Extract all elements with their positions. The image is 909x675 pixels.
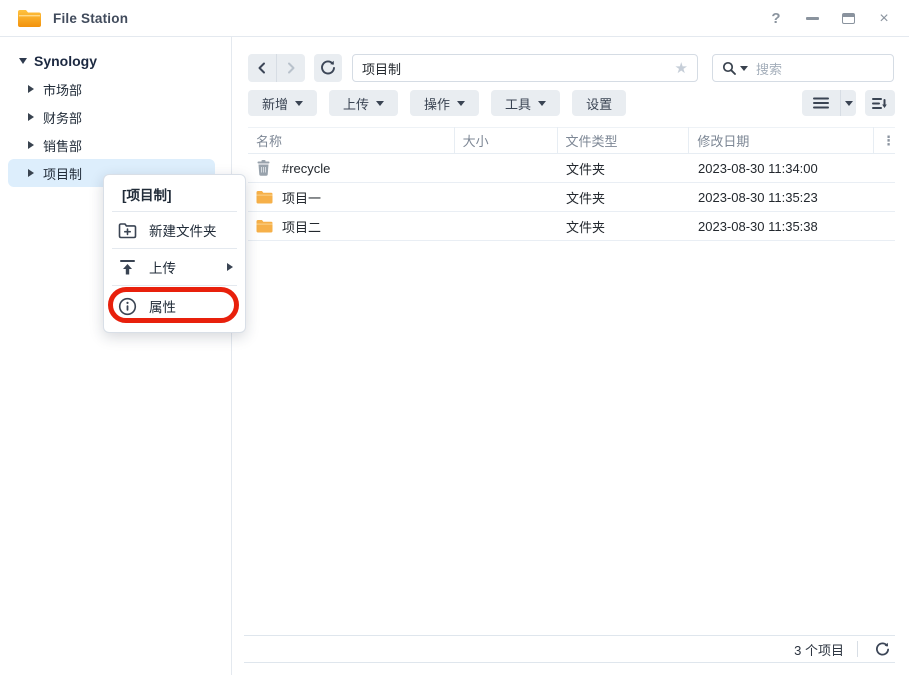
minimize-icon[interactable] xyxy=(805,11,819,27)
menu-item-properties[interactable]: 属性 xyxy=(104,286,245,326)
menu-item-label: 属性 xyxy=(149,296,176,316)
file-modified: 2023-08-30 11:35:23 xyxy=(690,190,875,205)
upload-icon xyxy=(118,258,137,277)
action-button[interactable]: 操作 xyxy=(410,90,479,116)
context-menu: [项目制] 新建文件夹 上传 属性 xyxy=(103,174,246,333)
file-name: 项目一 xyxy=(282,188,321,207)
chevron-down-icon xyxy=(457,101,465,106)
close-icon[interactable]: × xyxy=(877,11,891,27)
button-label: 上传 xyxy=(343,94,369,113)
chevron-right-icon xyxy=(28,85,34,93)
chevron-down-icon xyxy=(538,101,546,106)
sidebar-root-label: Synology xyxy=(34,53,97,69)
chevron-right-icon xyxy=(28,141,34,149)
sidebar: Synology 市场部 财务部 销售部 项目制 xyxy=(0,37,232,675)
file-modified: 2023-08-30 11:35:38 xyxy=(690,219,875,234)
sort-button[interactable] xyxy=(865,90,895,116)
folder-icon xyxy=(256,218,273,234)
sidebar-item-label: 市场部 xyxy=(43,80,82,99)
forward-button[interactable] xyxy=(277,54,305,82)
sidebar-item-label: 销售部 xyxy=(43,136,82,155)
view-mode-button xyxy=(802,90,856,116)
sidebar-item-marketing[interactable]: 市场部 xyxy=(8,75,215,103)
toolbar: 新增 上传 操作 工具 设置 xyxy=(248,90,895,116)
chevron-right-icon xyxy=(28,113,34,121)
folder-icon xyxy=(256,189,273,205)
menu-item-label: 新建文件夹 xyxy=(149,220,217,240)
chevron-down-icon xyxy=(19,58,27,64)
button-label: 设置 xyxy=(586,94,612,113)
title-bar: File Station ? × xyxy=(0,0,909,37)
button-label: 工具 xyxy=(505,94,531,113)
new-folder-icon xyxy=(118,221,137,240)
file-table: 名称 大小 文件类型 修改日期 ⋮ #recycle 文件夹 2023-08-3… xyxy=(248,127,895,241)
trash-icon xyxy=(256,160,273,176)
list-view-icon[interactable] xyxy=(802,90,840,116)
file-type: 文件夹 xyxy=(558,188,690,207)
search-icon xyxy=(722,61,737,76)
help-icon[interactable]: ? xyxy=(769,11,783,27)
app-folder-icon xyxy=(17,8,42,29)
column-header-modified[interactable]: 修改日期 xyxy=(689,127,874,154)
maximize-icon[interactable] xyxy=(841,11,855,27)
bookmark-star-icon[interactable]: ★ xyxy=(675,59,688,77)
column-header-name[interactable]: 名称 xyxy=(248,127,455,154)
refresh-list-button[interactable] xyxy=(871,638,893,660)
button-label: 操作 xyxy=(424,94,450,113)
menu-item-new-folder[interactable]: 新建文件夹 xyxy=(104,212,245,248)
file-name: #recycle xyxy=(282,161,330,176)
file-modified: 2023-08-30 11:34:00 xyxy=(690,161,875,176)
submenu-arrow-icon xyxy=(227,263,233,271)
back-button[interactable] xyxy=(248,54,276,82)
column-header-type[interactable]: 文件类型 xyxy=(558,127,690,154)
column-header-size[interactable]: 大小 xyxy=(455,127,558,154)
table-row[interactable]: 项目一 文件夹 2023-08-30 11:35:23 xyxy=(248,183,895,212)
upload-button[interactable]: 上传 xyxy=(329,90,398,116)
navigation-bar: 项目制 ★ 搜索 xyxy=(248,54,894,82)
main-panel: 项目制 ★ 搜索 新增 上传 操作 工具 设置 xyxy=(233,37,909,675)
column-options-icon[interactable]: ⋮ xyxy=(874,127,895,154)
search-input[interactable]: 搜索 xyxy=(712,54,894,82)
sidebar-item-synology[interactable]: Synology xyxy=(0,47,231,75)
search-options-caret-icon[interactable] xyxy=(740,66,748,71)
settings-button[interactable]: 设置 xyxy=(572,90,626,116)
info-icon xyxy=(118,297,137,316)
chevron-right-icon xyxy=(28,169,34,177)
divider xyxy=(857,641,858,657)
item-count: 3 个项目 xyxy=(794,640,844,659)
file-type: 文件夹 xyxy=(558,217,690,236)
sidebar-item-finance[interactable]: 财务部 xyxy=(8,103,215,131)
history-button-group xyxy=(248,54,305,82)
chevron-down-icon xyxy=(376,101,384,106)
view-mode-caret-icon[interactable] xyxy=(841,90,856,116)
create-button[interactable]: 新增 xyxy=(248,90,317,116)
menu-item-label: 上传 xyxy=(149,257,176,277)
table-header: 名称 大小 文件类型 修改日期 ⋮ xyxy=(248,127,895,154)
window-controls: ? × xyxy=(769,0,891,37)
sidebar-item-sales[interactable]: 销售部 xyxy=(8,131,215,159)
chevron-down-icon xyxy=(295,101,303,106)
button-label: 新增 xyxy=(262,94,288,113)
table-row[interactable]: 项目二 文件夹 2023-08-30 11:35:38 xyxy=(248,212,895,241)
table-row[interactable]: #recycle 文件夹 2023-08-30 11:34:00 xyxy=(248,154,895,183)
context-menu-title: [项目制] xyxy=(104,177,245,211)
path-input[interactable]: 项目制 ★ xyxy=(352,54,698,82)
file-station-window: File Station ? × Synology 市场部 财务部 销售部 项目… xyxy=(0,0,909,675)
sidebar-item-label: 项目制 xyxy=(43,164,82,183)
tools-button[interactable]: 工具 xyxy=(491,90,560,116)
view-controls xyxy=(802,90,895,116)
file-type: 文件夹 xyxy=(558,159,690,178)
search-placeholder: 搜索 xyxy=(756,59,782,78)
sidebar-item-label: 财务部 xyxy=(43,108,82,127)
refresh-button[interactable] xyxy=(314,54,342,82)
menu-item-upload[interactable]: 上传 xyxy=(104,249,245,285)
file-name: 项目二 xyxy=(282,217,321,236)
status-bar: 3 个项目 xyxy=(244,635,895,663)
app-title: File Station xyxy=(53,11,128,26)
path-value: 项目制 xyxy=(362,59,675,78)
